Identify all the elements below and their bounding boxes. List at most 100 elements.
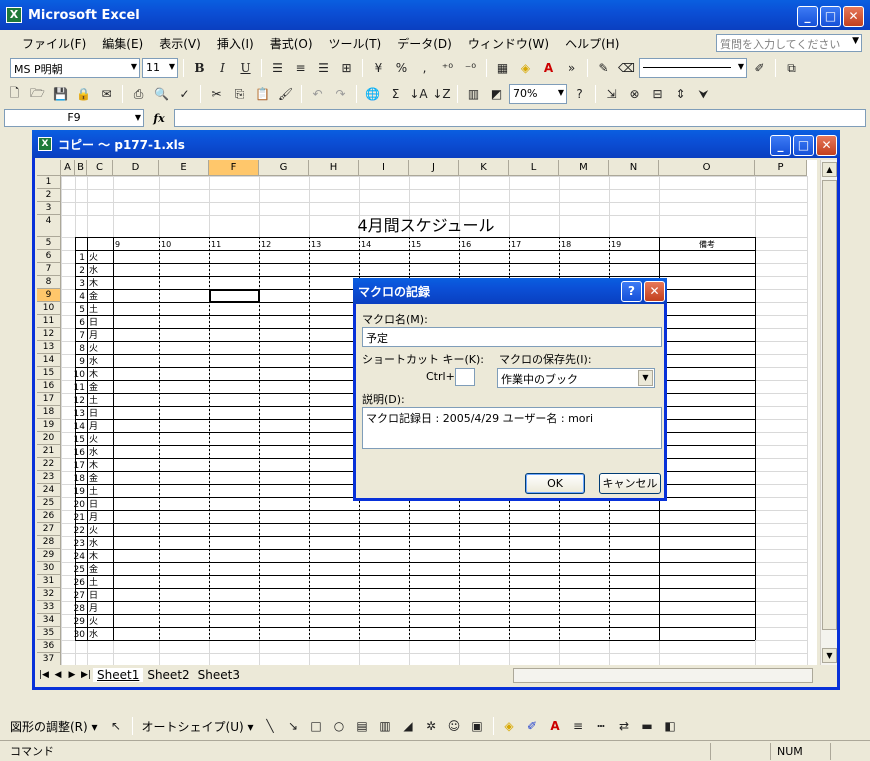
shortcut-key-input[interactable]: [455, 368, 475, 386]
column-header-i[interactable]: I: [359, 160, 409, 176]
column-header-c[interactable]: C: [87, 160, 113, 176]
vertical-textbox-icon[interactable]: ▥: [375, 716, 396, 737]
cancel-button[interactable]: キャンセル: [599, 473, 661, 494]
row-header-18[interactable]: 18: [37, 406, 61, 419]
paste-icon[interactable]: 📋: [252, 84, 273, 105]
row-header-9[interactable]: 9: [37, 289, 61, 302]
column-header-p[interactable]: P: [755, 160, 807, 176]
select-objects-icon[interactable]: ↖: [106, 716, 127, 737]
menu-insert[interactable]: 挿入(I): [209, 35, 262, 52]
column-header-j[interactable]: J: [409, 160, 459, 176]
spelling-icon[interactable]: ✓: [174, 84, 195, 105]
menu-view[interactable]: 表示(V): [151, 35, 209, 52]
autoshapes-button[interactable]: オートシェイプ(U) ▾: [138, 718, 258, 735]
row-header-21[interactable]: 21: [37, 445, 61, 458]
first-sheet-icon[interactable]: |◀: [37, 670, 51, 680]
font-name-select[interactable]: MS P明朝 ▼: [10, 58, 140, 78]
dash-style-icon[interactable]: ┅: [591, 716, 612, 737]
chart-wizard-icon[interactable]: ▥: [463, 84, 484, 105]
help-search-input[interactable]: 質問を入力してください ▼: [716, 34, 862, 52]
insert-function-icon[interactable]: fx: [144, 112, 174, 125]
tab-sheet2[interactable]: Sheet2: [143, 668, 193, 682]
comma-button[interactable]: ,: [414, 58, 435, 79]
active-cell[interactable]: [209, 289, 260, 303]
column-header-l[interactable]: L: [509, 160, 559, 176]
close-button[interactable]: ✕: [843, 6, 864, 27]
last-sheet-icon[interactable]: ▶|: [79, 670, 93, 680]
column-header-o[interactable]: O: [659, 160, 755, 176]
row-header-3[interactable]: 3: [37, 202, 61, 215]
toolbar-options-icon[interactable]: ⮟: [693, 84, 714, 105]
menu-format[interactable]: 書式(O): [262, 35, 321, 52]
column-header-a[interactable]: A: [61, 160, 75, 176]
line-color-icon[interactable]: ✐: [749, 58, 770, 79]
select-all-corner[interactable]: [37, 160, 61, 176]
remove-arrows-icon[interactable]: ⊗: [624, 84, 645, 105]
row-header-25[interactable]: 25: [37, 497, 61, 510]
italic-button[interactable]: I: [212, 58, 233, 79]
format-painter-icon[interactable]: 🖌: [275, 84, 296, 105]
row-header-28[interactable]: 28: [37, 536, 61, 549]
column-header-h[interactable]: H: [309, 160, 359, 176]
redo-icon[interactable]: ↷: [330, 84, 351, 105]
print-icon[interactable]: ⎙: [128, 84, 149, 105]
row-header-2[interactable]: 2: [37, 189, 61, 202]
decrease-decimal-icon[interactable]: ⁻⁰: [460, 58, 481, 79]
row-header-16[interactable]: 16: [37, 380, 61, 393]
borders-icon[interactable]: ▦: [492, 58, 513, 79]
hyperlink-icon[interactable]: 🌐: [362, 84, 383, 105]
copy-icon[interactable]: ⎘: [229, 84, 250, 105]
currency-icon[interactable]: ¥: [368, 58, 389, 79]
increase-decimal-icon[interactable]: ⁺⁰: [437, 58, 458, 79]
row-header-30[interactable]: 30: [37, 562, 61, 575]
macro-name-input[interactable]: 予定: [362, 327, 662, 347]
row-header-36[interactable]: 36: [37, 640, 61, 653]
arrow-icon[interactable]: ↘: [283, 716, 304, 737]
row-header-32[interactable]: 32: [37, 588, 61, 601]
row-header-27[interactable]: 27: [37, 523, 61, 536]
close-button[interactable]: ✕: [816, 135, 837, 156]
font-color-icon[interactable]: A: [545, 716, 566, 737]
row-header-5[interactable]: 5: [37, 237, 61, 250]
rectangle-icon[interactable]: □: [306, 716, 327, 737]
row-header-11[interactable]: 11: [37, 315, 61, 328]
maximize-button[interactable]: □: [820, 6, 841, 27]
scroll-up-icon[interactable]: ▲: [822, 162, 837, 177]
cut-icon[interactable]: ✂: [206, 84, 227, 105]
minimize-button[interactable]: _: [770, 135, 791, 156]
row-header-31[interactable]: 31: [37, 575, 61, 588]
draw-menu-button[interactable]: 図形の調整(R) ▾: [4, 718, 104, 735]
line-icon[interactable]: ╲: [260, 716, 281, 737]
bold-button[interactable]: B: [189, 58, 210, 79]
fill-color-icon[interactable]: ◈: [499, 716, 520, 737]
row-header-12[interactable]: 12: [37, 328, 61, 341]
zoom-select[interactable]: 70% ▼: [509, 84, 567, 104]
close-button[interactable]: ✕: [644, 281, 665, 302]
row-header-37[interactable]: 37: [37, 653, 61, 665]
sort-ascending-icon[interactable]: ↓A: [408, 84, 429, 105]
print-preview-icon[interactable]: 🔍: [151, 84, 172, 105]
clipart-icon[interactable]: ☺: [444, 716, 465, 737]
underline-button[interactable]: U: [235, 58, 256, 79]
textbox-icon[interactable]: ▤: [352, 716, 373, 737]
row-header-1[interactable]: 1: [37, 176, 61, 189]
autosum-button[interactable]: Σ: [385, 84, 406, 105]
column-header-k[interactable]: K: [459, 160, 509, 176]
save-icon[interactable]: 💾: [50, 84, 71, 105]
undo-icon[interactable]: ↶: [307, 84, 328, 105]
line-color-icon[interactable]: ✐: [522, 716, 543, 737]
maximize-button[interactable]: □: [793, 135, 814, 156]
column-header-b[interactable]: B: [75, 160, 87, 176]
row-header-24[interactable]: 24: [37, 484, 61, 497]
row-header-8[interactable]: 8: [37, 276, 61, 289]
scroll-down-icon[interactable]: ▼: [822, 648, 837, 663]
trace-precedents-icon[interactable]: ⇲: [601, 84, 622, 105]
horizontal-scrollbar[interactable]: [513, 668, 813, 683]
row-header-4[interactable]: 4: [37, 215, 61, 237]
vertical-scrollbar[interactable]: ▲ ▼: [820, 160, 837, 665]
line-style-icon[interactable]: ≡: [568, 716, 589, 737]
row-header-19[interactable]: 19: [37, 419, 61, 432]
row-header-7[interactable]: 7: [37, 263, 61, 276]
name-box[interactable]: F9 ▼: [4, 109, 144, 127]
row-header-23[interactable]: 23: [37, 471, 61, 484]
